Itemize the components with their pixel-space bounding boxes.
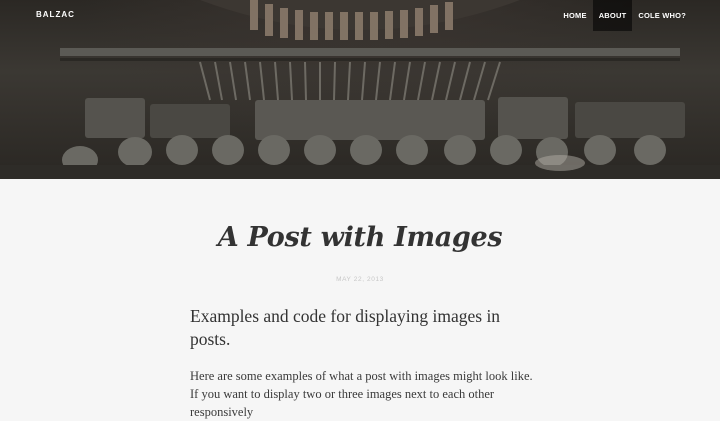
nav-item-about[interactable]: ABOUT — [592, 0, 633, 31]
post-body: Here are some examples of what a post wi… — [190, 369, 533, 419]
site-brand[interactable]: BALZAC — [36, 10, 75, 19]
post-title: A Post with Images — [217, 222, 503, 253]
post-lead: Examples and code for displaying images … — [190, 306, 501, 349]
nav-item-home[interactable]: HOME — [557, 0, 592, 31]
main-nav: HOME ABOUT COLE WHO? — [557, 0, 692, 31]
post-date: MAY 22, 2013 — [336, 276, 384, 283]
nav-item-cole-who[interactable]: COLE WHO? — [632, 0, 692, 31]
